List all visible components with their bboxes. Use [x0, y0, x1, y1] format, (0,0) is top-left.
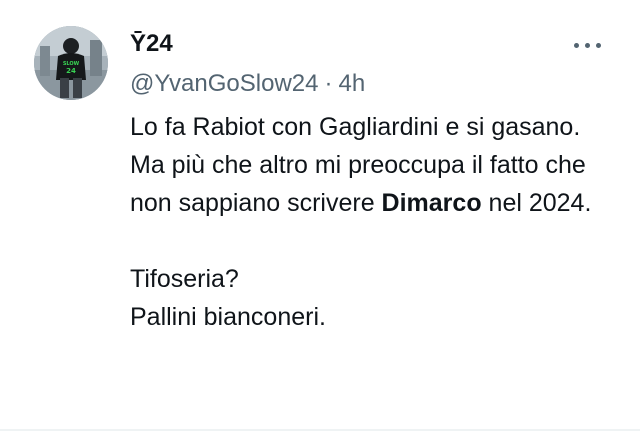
tweet-line: Tifoseria? [130, 265, 239, 293]
tweet-line: Ma più che altro mi preoccupa il fatto c… [130, 146, 620, 222]
tweet-text: Lo fa Rabiot con Gagliardini e si gasano… [130, 108, 620, 336]
tweet-meta: @YvanGoSlow24 · 4h [130, 68, 365, 100]
display-name[interactable]: Ȳ24 [130, 28, 173, 60]
tweet-timestamp[interactable]: 4h [338, 70, 365, 97]
tweet-line-tail: nel 2024. [481, 189, 592, 217]
user-handle[interactable]: @YvanGoSlow24 [130, 70, 318, 97]
tweet-card[interactable]: SLOW 24 Ȳ24 @YvanGoSlow24 · 4h Lo fa Rabio… [0, 0, 640, 431]
meta-separator: · [324, 70, 333, 97]
tweet-line: Pallini bianconeri. [130, 303, 326, 331]
avatar[interactable]: SLOW 24 [34, 26, 108, 100]
profile-photo-image: SLOW 24 [34, 26, 108, 100]
svg-text:24: 24 [66, 67, 76, 75]
more-options-button[interactable] [568, 34, 608, 58]
tweet-line: Lo fa Rabiot con Gagliardini e si gasano… [130, 113, 581, 141]
tweet-bold-name: Dimarco [381, 189, 482, 217]
